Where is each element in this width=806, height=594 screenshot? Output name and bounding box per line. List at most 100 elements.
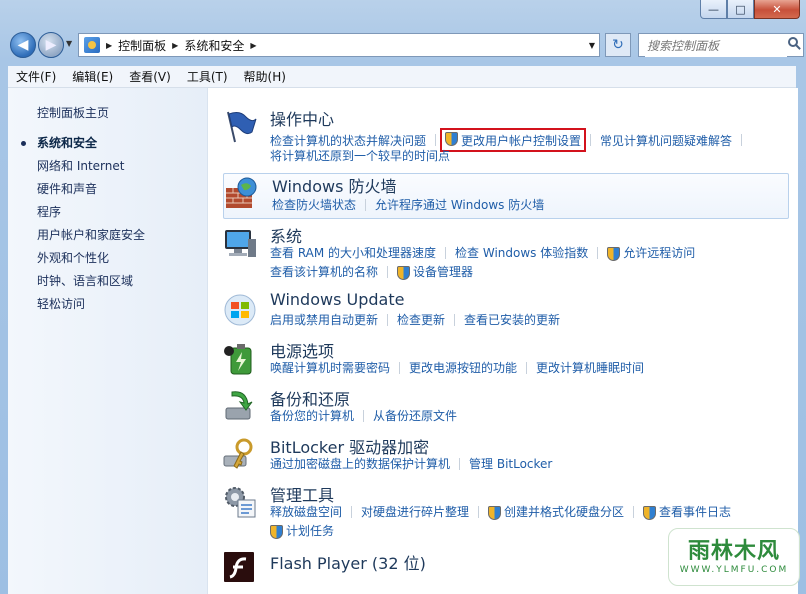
menu-help[interactable]: 帮助(H) [236, 68, 294, 85]
sidebar-item-system-security[interactable]: 系统和安全 [20, 135, 145, 158]
menu-file[interactable]: 文件(F) [8, 68, 64, 85]
link-separator [387, 313, 389, 326]
search-input[interactable] [645, 35, 787, 57]
menu-view[interactable]: 查看(V) [121, 68, 179, 85]
breadcrumb-system-security[interactable]: 系统和安全 [184, 37, 244, 54]
link-separator [590, 134, 592, 146]
bitlocker-key-icon [223, 438, 253, 469]
link-separator [741, 134, 743, 146]
allow-remote-access-link[interactable]: 允许远程访问 [623, 244, 695, 261]
require-password-wakeup-link[interactable]: 唤醒计算机时需要密码 [270, 359, 390, 376]
flash-player-title[interactable]: Flash Player (32 位) [270, 550, 426, 574]
action-center-title[interactable]: 操作中心 [270, 106, 334, 130]
system-links-2: 查看该计算机的名称 设备管理器 [270, 263, 473, 280]
check-status-link[interactable]: 检查计算机的状态并解决问题 [270, 132, 426, 149]
sidebar-item-programs[interactable]: 程序 [37, 204, 145, 227]
task-scheduler-shield-icon [270, 524, 283, 539]
watermark-logo: 雨林木风 WWW.YLMFU.COM [668, 528, 800, 586]
control-panel-window: — □ ✕ ◀ ▶ ▼ ▶ 控制面板 ▶ 系统和安全 ▶ ▼ ↻ 文件(F) 编… [0, 0, 806, 594]
link-separator [399, 361, 401, 374]
category-bitlocker: BitLocker 驱动器加密 通过加密磁盘上的数据保护计算机 管理 BitLo… [222, 434, 788, 474]
allow-program-through-firewall-link[interactable]: 允许程序通过 Windows 防火墙 [375, 196, 544, 213]
link-separator [351, 505, 353, 518]
chevron-right-icon[interactable]: ▶ [106, 41, 112, 50]
power-links: 唤醒计算机时需要密码 更改电源按钮的功能 更改计算机睡眠时间 [270, 359, 644, 376]
firewall-title[interactable]: Windows 防火墙 [272, 173, 397, 197]
sidebar-home-link[interactable]: 控制面板主页 [37, 104, 109, 121]
main-panel: 操作中心 检查计算机的状态并解决问题 更改用户帐户控制设置 常见计算机问题疑难解… [208, 88, 798, 594]
watermark-url: WWW.YLMFU.COM [679, 565, 789, 575]
minimize-button[interactable]: — [700, 0, 727, 19]
back-button[interactable]: ◀ [10, 32, 36, 58]
change-power-buttons-link[interactable]: 更改电源按钮的功能 [409, 359, 517, 376]
encrypt-disk-link[interactable]: 通过加密磁盘上的数据保护计算机 [270, 455, 450, 472]
view-ram-cpu-link[interactable]: 查看 RAM 的大小和处理器速度 [270, 244, 436, 261]
category-windows-update: Windows Update 启用或禁用自动更新 检查更新 查看已安装的更新 [222, 290, 788, 330]
windows-update-title[interactable]: Windows Update [270, 290, 404, 309]
link-separator [597, 246, 599, 259]
uac-highlight-box: 更改用户帐户控制设置 [440, 128, 587, 152]
sidebar-item-appearance[interactable]: 外观和个性化 [37, 250, 145, 273]
forward-button[interactable]: ▶ [38, 32, 64, 58]
defragment-disk-link[interactable]: 对硬盘进行碎片整理 [361, 503, 469, 520]
link-separator [365, 198, 367, 211]
address-dropdown-icon[interactable]: ▼ [589, 41, 595, 50]
power-battery-icon [224, 344, 252, 375]
firewall-brick-icon [226, 177, 257, 208]
change-sleep-time-link[interactable]: 更改计算机睡眠时间 [536, 359, 644, 376]
restore-files-link[interactable]: 从备份还原文件 [373, 407, 457, 424]
close-button[interactable]: ✕ [754, 0, 800, 19]
link-separator [526, 361, 528, 374]
view-event-logs-link[interactable]: 查看事件日志 [659, 503, 731, 520]
view-installed-updates-link[interactable]: 查看已安装的更新 [464, 311, 560, 328]
maximize-button[interactable]: □ [727, 0, 754, 19]
refresh-icon: ↻ [612, 37, 624, 53]
check-updates-link[interactable]: 检查更新 [397, 311, 445, 328]
navigation-bar: ◀ ▶ ▼ ▶ 控制面板 ▶ 系统和安全 ▶ ▼ ↻ [8, 31, 804, 59]
sidebar-item-clock-region[interactable]: 时钟、语言和区域 [37, 273, 145, 296]
menu-tools[interactable]: 工具(T) [179, 68, 236, 85]
link-separator [435, 134, 437, 146]
sidebar-item-ease-of-access[interactable]: 轻松访问 [37, 296, 145, 319]
restore-earlier-point-link[interactable]: 将计算机还原到一个较早的时间点 [270, 147, 450, 164]
troubleshoot-link[interactable]: 常见计算机问题疑难解答 [600, 132, 732, 149]
system-links: 查看 RAM 的大小和处理器速度 检查 Windows 体验指数 允许远程访问 [270, 244, 695, 261]
admin-tools-links-2: 计划任务 [270, 522, 334, 539]
search-icon[interactable] [788, 37, 798, 47]
category-firewall[interactable]: Windows 防火墙 检查防火墙状态 允许程序通过 Windows 防火墙 [223, 173, 789, 219]
address-bar[interactable]: ▶ 控制面板 ▶ 系统和安全 ▶ ▼ [78, 33, 600, 57]
search-box[interactable] [638, 33, 804, 57]
backup-restore-icon [225, 391, 253, 420]
breadcrumb-control-panel[interactable]: 控制面板 [118, 37, 166, 54]
sidebar-item-network[interactable]: 网络和 Internet [37, 158, 145, 181]
partition-shield-icon [488, 505, 502, 520]
windows-update-icon [224, 294, 256, 326]
check-firewall-status-link[interactable]: 检查防火墙状态 [272, 196, 356, 213]
toggle-auto-update-link[interactable]: 启用或禁用自动更新 [270, 311, 378, 328]
manage-bitlocker-link[interactable]: 管理 BitLocker [469, 455, 552, 472]
sidebar: 控制面板主页 系统和安全 网络和 Internet 硬件和声音 程序 用户帐户和… [8, 88, 208, 594]
category-power: 电源选项 唤醒计算机时需要密码 更改电源按钮的功能 更改计算机睡眠时间 [222, 338, 788, 378]
link-separator [387, 265, 389, 278]
view-computer-name-link[interactable]: 查看该计算机的名称 [270, 263, 378, 280]
device-manager-link[interactable]: 设备管理器 [413, 263, 473, 280]
admin-tools-links: 释放磁盘空间 对硬盘进行碎片整理 创建并格式化硬盘分区 查看事件日志 [270, 503, 731, 520]
forward-arrow-icon: ▶ [45, 37, 57, 53]
change-uac-settings-link[interactable]: 更改用户帐户控制设置 [461, 134, 581, 148]
check-experience-index-link[interactable]: 检查 Windows 体验指数 [455, 244, 588, 261]
sidebar-item-user-accounts[interactable]: 用户帐户和家庭安全 [37, 227, 145, 250]
menu-edit[interactable]: 编辑(E) [64, 68, 121, 85]
link-separator [363, 409, 365, 422]
admin-tools-gear-icon [225, 487, 256, 518]
chevron-right-icon[interactable]: ▶ [172, 41, 178, 50]
chevron-right-icon[interactable]: ▶ [250, 41, 256, 50]
windows-update-links: 启用或禁用自动更新 检查更新 查看已安装的更新 [270, 311, 560, 328]
refresh-button[interactable]: ↻ [605, 33, 631, 57]
create-format-partition-link[interactable]: 创建并格式化硬盘分区 [504, 503, 624, 520]
back-arrow-icon: ◀ [17, 37, 29, 53]
sidebar-item-hardware[interactable]: 硬件和声音 [37, 181, 145, 204]
schedule-tasks-link[interactable]: 计划任务 [286, 522, 334, 539]
backup-computer-link[interactable]: 备份您的计算机 [270, 407, 354, 424]
free-disk-space-link[interactable]: 释放磁盘空间 [270, 503, 342, 520]
recent-pages-dropdown[interactable]: ▼ [66, 39, 72, 48]
